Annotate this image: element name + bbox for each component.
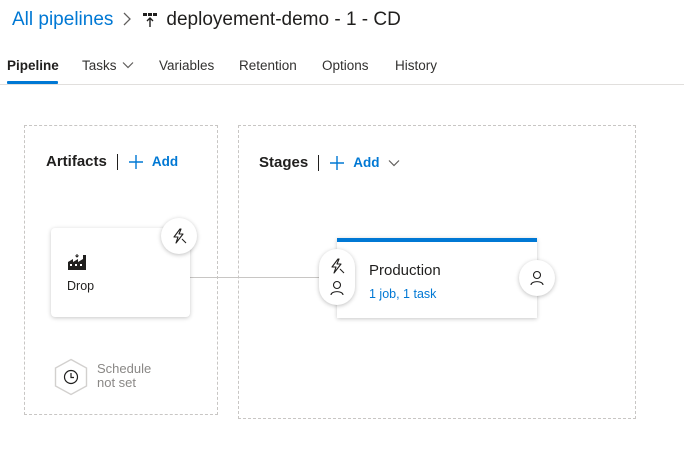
stages-header: Stages Add <box>259 154 408 171</box>
tab-variables[interactable]: Variables <box>159 55 214 75</box>
tab-pipeline-label: Pipeline <box>7 57 59 73</box>
header-divider <box>116 153 118 170</box>
lightning-bolt-icon <box>173 228 187 244</box>
person-icon <box>330 280 344 296</box>
plus-icon <box>330 155 345 170</box>
clock-icon <box>54 358 88 396</box>
add-artifact-button[interactable]: Add <box>128 154 178 170</box>
pre-deployment-conditions <box>319 249 355 305</box>
add-stage-button[interactable]: Add <box>329 155 408 171</box>
add-stage-label: Add <box>353 155 380 170</box>
breadcrumb-all-pipelines-link[interactable]: All pipelines <box>12 9 113 31</box>
pipeline-tabs: Pipeline Tasks Variables Retention Optio… <box>0 50 684 85</box>
schedule-label-line2: not set <box>97 375 137 390</box>
tab-options[interactable]: Options <box>322 55 369 75</box>
build-artifact-icon <box>67 254 87 276</box>
stages-title: Stages <box>259 154 309 171</box>
stage-tasks-link[interactable]: 1 job, 1 task <box>369 287 436 301</box>
tab-variables-label: Variables <box>159 57 215 73</box>
tab-retention-label: Retention <box>239 57 297 73</box>
stage-card-production[interactable]: Production 1 job, 1 task <box>337 238 537 318</box>
tab-options-label: Options <box>322 57 369 73</box>
artifact-name: Drop <box>67 279 95 293</box>
lightning-bolt-icon <box>331 258 345 274</box>
chevron-down-icon <box>122 62 133 69</box>
breadcrumb-separator-icon <box>122 10 132 31</box>
tab-history[interactable]: History <box>395 55 437 75</box>
tab-history-label: History <box>395 57 438 73</box>
post-deployment-conditions-button[interactable] <box>519 260 555 296</box>
release-pipeline-icon <box>142 12 158 28</box>
page-title: deployement-demo - 1 - CD <box>166 9 401 30</box>
tab-tasks[interactable]: Tasks <box>82 55 134 75</box>
artifacts-title: Artifacts <box>46 153 107 170</box>
add-artifact-label: Add <box>151 154 179 169</box>
tab-tasks-label: Tasks <box>82 57 117 73</box>
tab-pipeline[interactable]: Pipeline <box>7 55 59 75</box>
stage-name: Production <box>369 262 441 279</box>
plus-icon <box>128 154 143 169</box>
continuous-deployment-trigger-button[interactable] <box>161 218 197 254</box>
schedule-label: Schedule not set <box>97 362 167 390</box>
chevron-down-icon <box>389 159 400 166</box>
artifact-stage-connector <box>190 277 320 278</box>
tab-retention[interactable]: Retention <box>239 55 297 75</box>
artifacts-header: Artifacts Add <box>46 153 178 170</box>
active-tab-indicator <box>7 81 58 84</box>
schedule-label-line1: Schedule <box>97 361 152 376</box>
schedule-trigger[interactable]: Schedule not set <box>53 358 167 396</box>
pre-deployment-approvers-button[interactable] <box>319 275 355 301</box>
person-icon <box>530 270 544 286</box>
breadcrumb: All pipelines deployement-demo - 1 - CD <box>12 7 401 33</box>
header-divider <box>318 154 320 171</box>
